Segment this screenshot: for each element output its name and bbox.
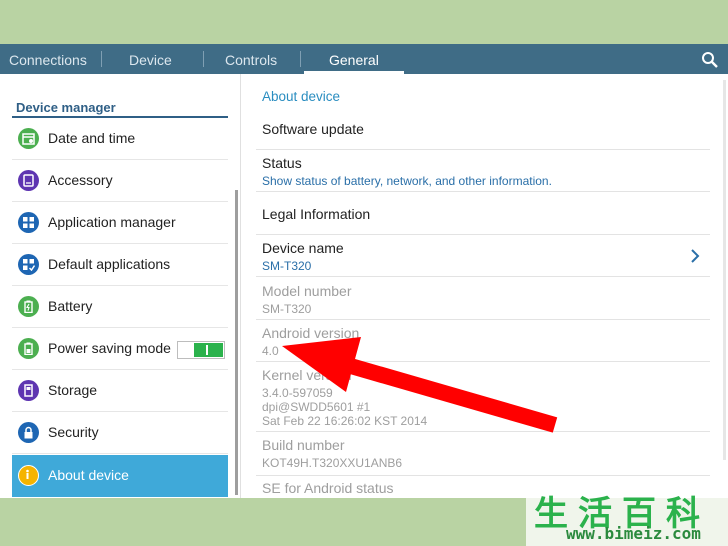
watermark-url: www.bimeiz.com (566, 524, 701, 543)
red-arrow-annotation (282, 337, 558, 433)
watermark: 生活百科 www.bimeiz.com (526, 486, 728, 546)
